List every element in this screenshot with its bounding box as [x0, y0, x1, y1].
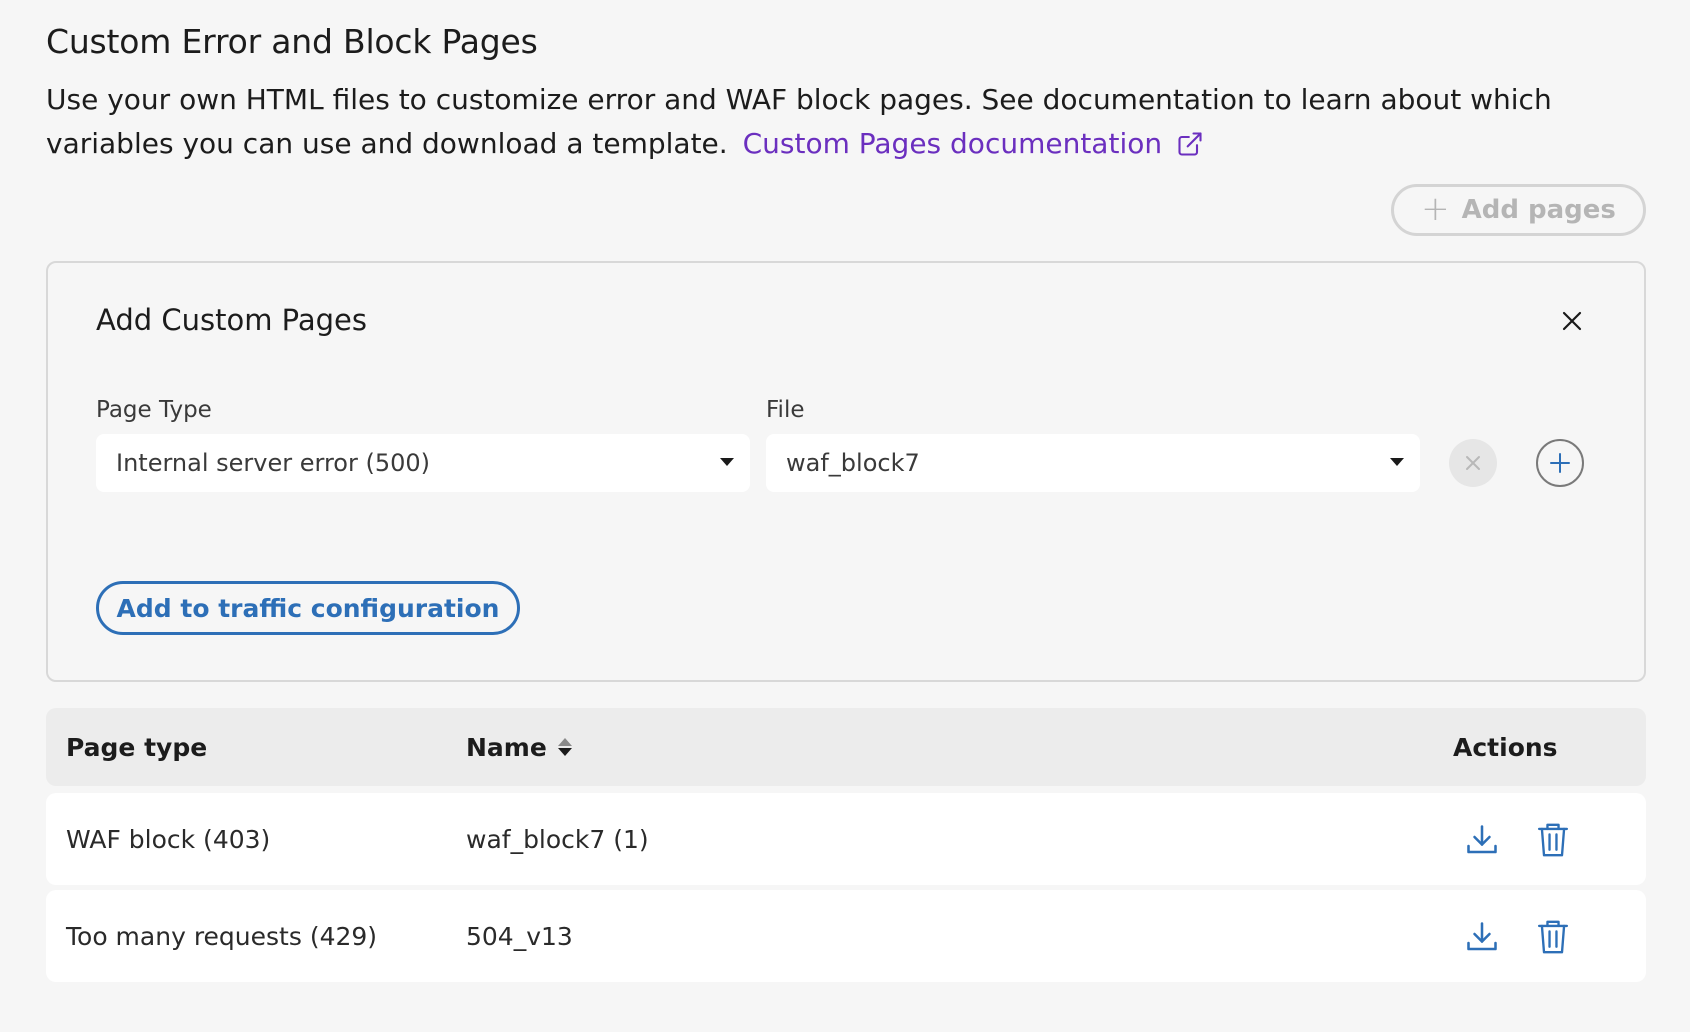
file-value: waf_block7	[786, 449, 920, 477]
row-page-type: Too many requests (429)	[66, 921, 378, 951]
file-label: File	[766, 397, 805, 423]
table-row: WAF block (403) waf_block7 (1)	[46, 793, 1646, 885]
intro-text: Use your own HTML files to customize err…	[46, 78, 1606, 166]
caret-down-icon	[1390, 458, 1404, 466]
plus-icon	[1550, 453, 1570, 473]
page-type-select[interactable]: Internal server error (500)	[96, 434, 750, 492]
download-icon[interactable]	[1462, 917, 1502, 957]
add-row-button[interactable]	[1536, 439, 1584, 487]
close-panel-button[interactable]	[1558, 307, 1586, 335]
sort-icon[interactable]	[557, 736, 573, 758]
download-icon[interactable]	[1462, 820, 1502, 860]
header-name-label: Name	[466, 732, 547, 762]
add-custom-pages-panel: Add Custom Pages Page Type Internal serv…	[46, 261, 1646, 682]
page-type-label: Page Type	[96, 397, 212, 423]
header-name[interactable]: Name	[466, 708, 573, 786]
trash-icon[interactable]	[1533, 820, 1573, 860]
row-name: waf_block7 (1)	[466, 824, 649, 854]
caret-down-icon	[720, 458, 734, 466]
file-select[interactable]: waf_block7	[766, 434, 1420, 492]
close-icon	[1562, 311, 1582, 331]
panel-title: Add Custom Pages	[96, 303, 367, 337]
header-page-type: Page type	[66, 732, 208, 762]
add-pages-button[interactable]: + Add pages	[1391, 184, 1646, 236]
documentation-link-label: Custom Pages documentation	[742, 127, 1163, 160]
external-link-icon	[1178, 132, 1202, 156]
row-page-type: WAF block (403)	[66, 824, 271, 854]
row-name: 504_v13	[466, 921, 573, 951]
table-header: Page type Name Actions	[46, 708, 1646, 786]
documentation-link[interactable]: Custom Pages documentation	[743, 122, 1205, 166]
header-actions: Actions	[1453, 732, 1558, 762]
page-type-value: Internal server error (500)	[116, 449, 430, 477]
table-row: Too many requests (429) 504_v13	[46, 890, 1646, 982]
close-icon	[1466, 456, 1480, 470]
remove-row-button[interactable]	[1449, 439, 1497, 487]
add-pages-label: Add pages	[1461, 195, 1616, 225]
plus-icon: +	[1421, 188, 1450, 229]
add-to-traffic-configuration-button[interactable]: Add to traffic configuration	[96, 581, 520, 635]
page-title: Custom Error and Block Pages	[46, 22, 538, 61]
trash-icon[interactable]	[1533, 917, 1573, 957]
